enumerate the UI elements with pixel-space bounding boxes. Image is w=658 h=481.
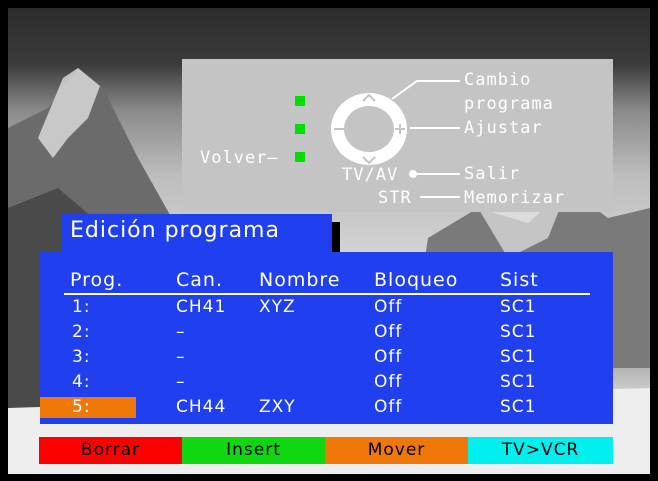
- borrar-button[interactable]: Borrar: [39, 437, 182, 464]
- help-str: STR: [378, 188, 412, 208]
- column-header-bloqueo: Bloqueo: [374, 269, 459, 291]
- help-tvav: TV/AV: [342, 165, 399, 185]
- help-cambio-line1: Cambio: [464, 70, 532, 90]
- column-header-nombre: Nombre: [259, 269, 341, 291]
- row-bloqueo: Off: [374, 347, 403, 367]
- row-can: –: [176, 372, 186, 392]
- help-salir: Salir: [464, 164, 521, 184]
- row-can: CH44: [176, 397, 227, 417]
- row-sist: SC1: [500, 397, 537, 417]
- header-divider: [64, 293, 590, 295]
- column-header-prog: Prog.: [70, 269, 124, 291]
- column-header-sist: Sist: [500, 269, 539, 291]
- mover-button[interactable]: Mover: [325, 437, 468, 464]
- row-bloqueo: Off: [374, 397, 403, 417]
- row-nombre: XYZ: [259, 297, 296, 317]
- row-prog: 5:: [72, 397, 91, 417]
- help-ajustar: Ajustar: [464, 118, 543, 138]
- row-prog: 3:: [72, 347, 91, 367]
- insert-button[interactable]: Insert: [182, 437, 325, 464]
- remote-help-panel: Cambio programa Ajustar Volver– TV/AV Sa…: [182, 59, 613, 212]
- row-can: –: [176, 322, 186, 342]
- help-cambio-line2: programa: [464, 94, 554, 114]
- page-title: Edición programa: [62, 214, 332, 252]
- tv-vcr-button[interactable]: TV>VCR: [468, 437, 613, 464]
- row-prog: 1:: [72, 297, 91, 317]
- row-bloqueo: Off: [374, 297, 403, 317]
- row-prog: 4:: [72, 372, 91, 392]
- row-can: CH41: [176, 297, 227, 317]
- row-can: –: [176, 347, 186, 367]
- row-sist: SC1: [500, 297, 537, 317]
- row-bloqueo: Off: [374, 322, 403, 342]
- row-sist: SC1: [500, 372, 537, 392]
- row-sist: SC1: [500, 322, 537, 342]
- row-bloqueo: Off: [374, 372, 403, 392]
- help-volver: Volver–: [200, 148, 279, 168]
- help-memorizar: Memorizar: [464, 188, 566, 208]
- row-prog: 2:: [72, 322, 91, 342]
- row-nombre: ZXY: [259, 397, 296, 417]
- row-sist: SC1: [500, 347, 537, 367]
- column-header-can: Can.: [176, 269, 223, 291]
